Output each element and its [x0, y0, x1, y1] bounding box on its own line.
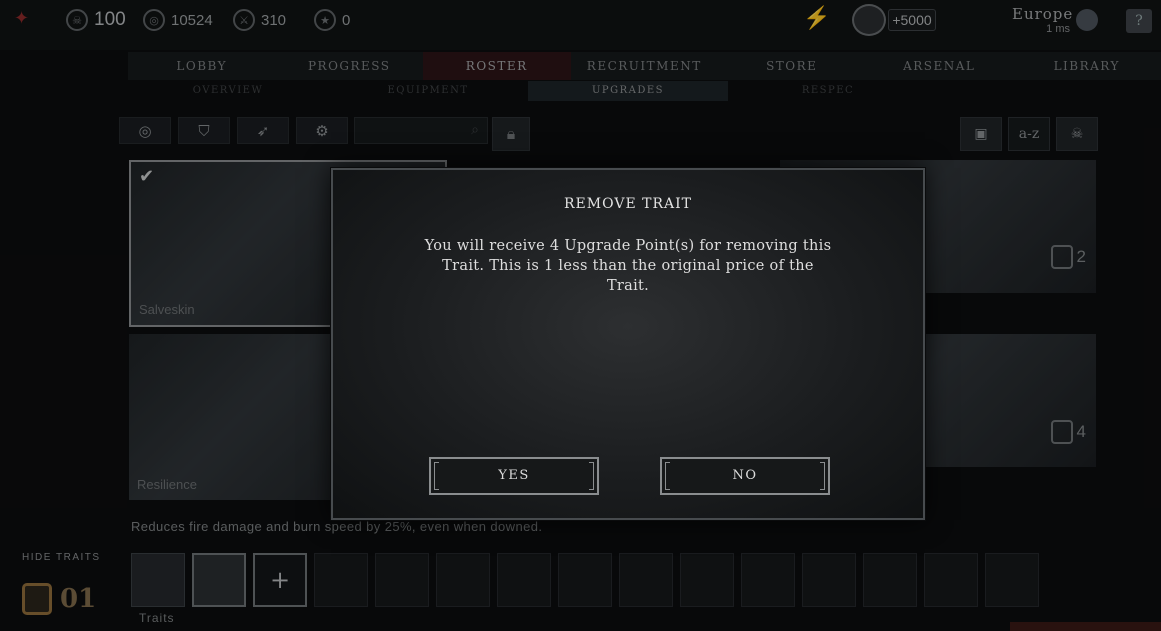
yes-button[interactable]: YES	[429, 457, 599, 495]
dialog-message: You will receive 4 Upgrade Point(s) for …	[424, 238, 832, 294]
dialog-title: REMOVE TRAIT	[564, 196, 692, 212]
remove-trait-dialog: REMOVE TRAIT You will receive 4 Upgrade …	[331, 168, 925, 520]
no-button[interactable]: NO	[660, 457, 830, 495]
